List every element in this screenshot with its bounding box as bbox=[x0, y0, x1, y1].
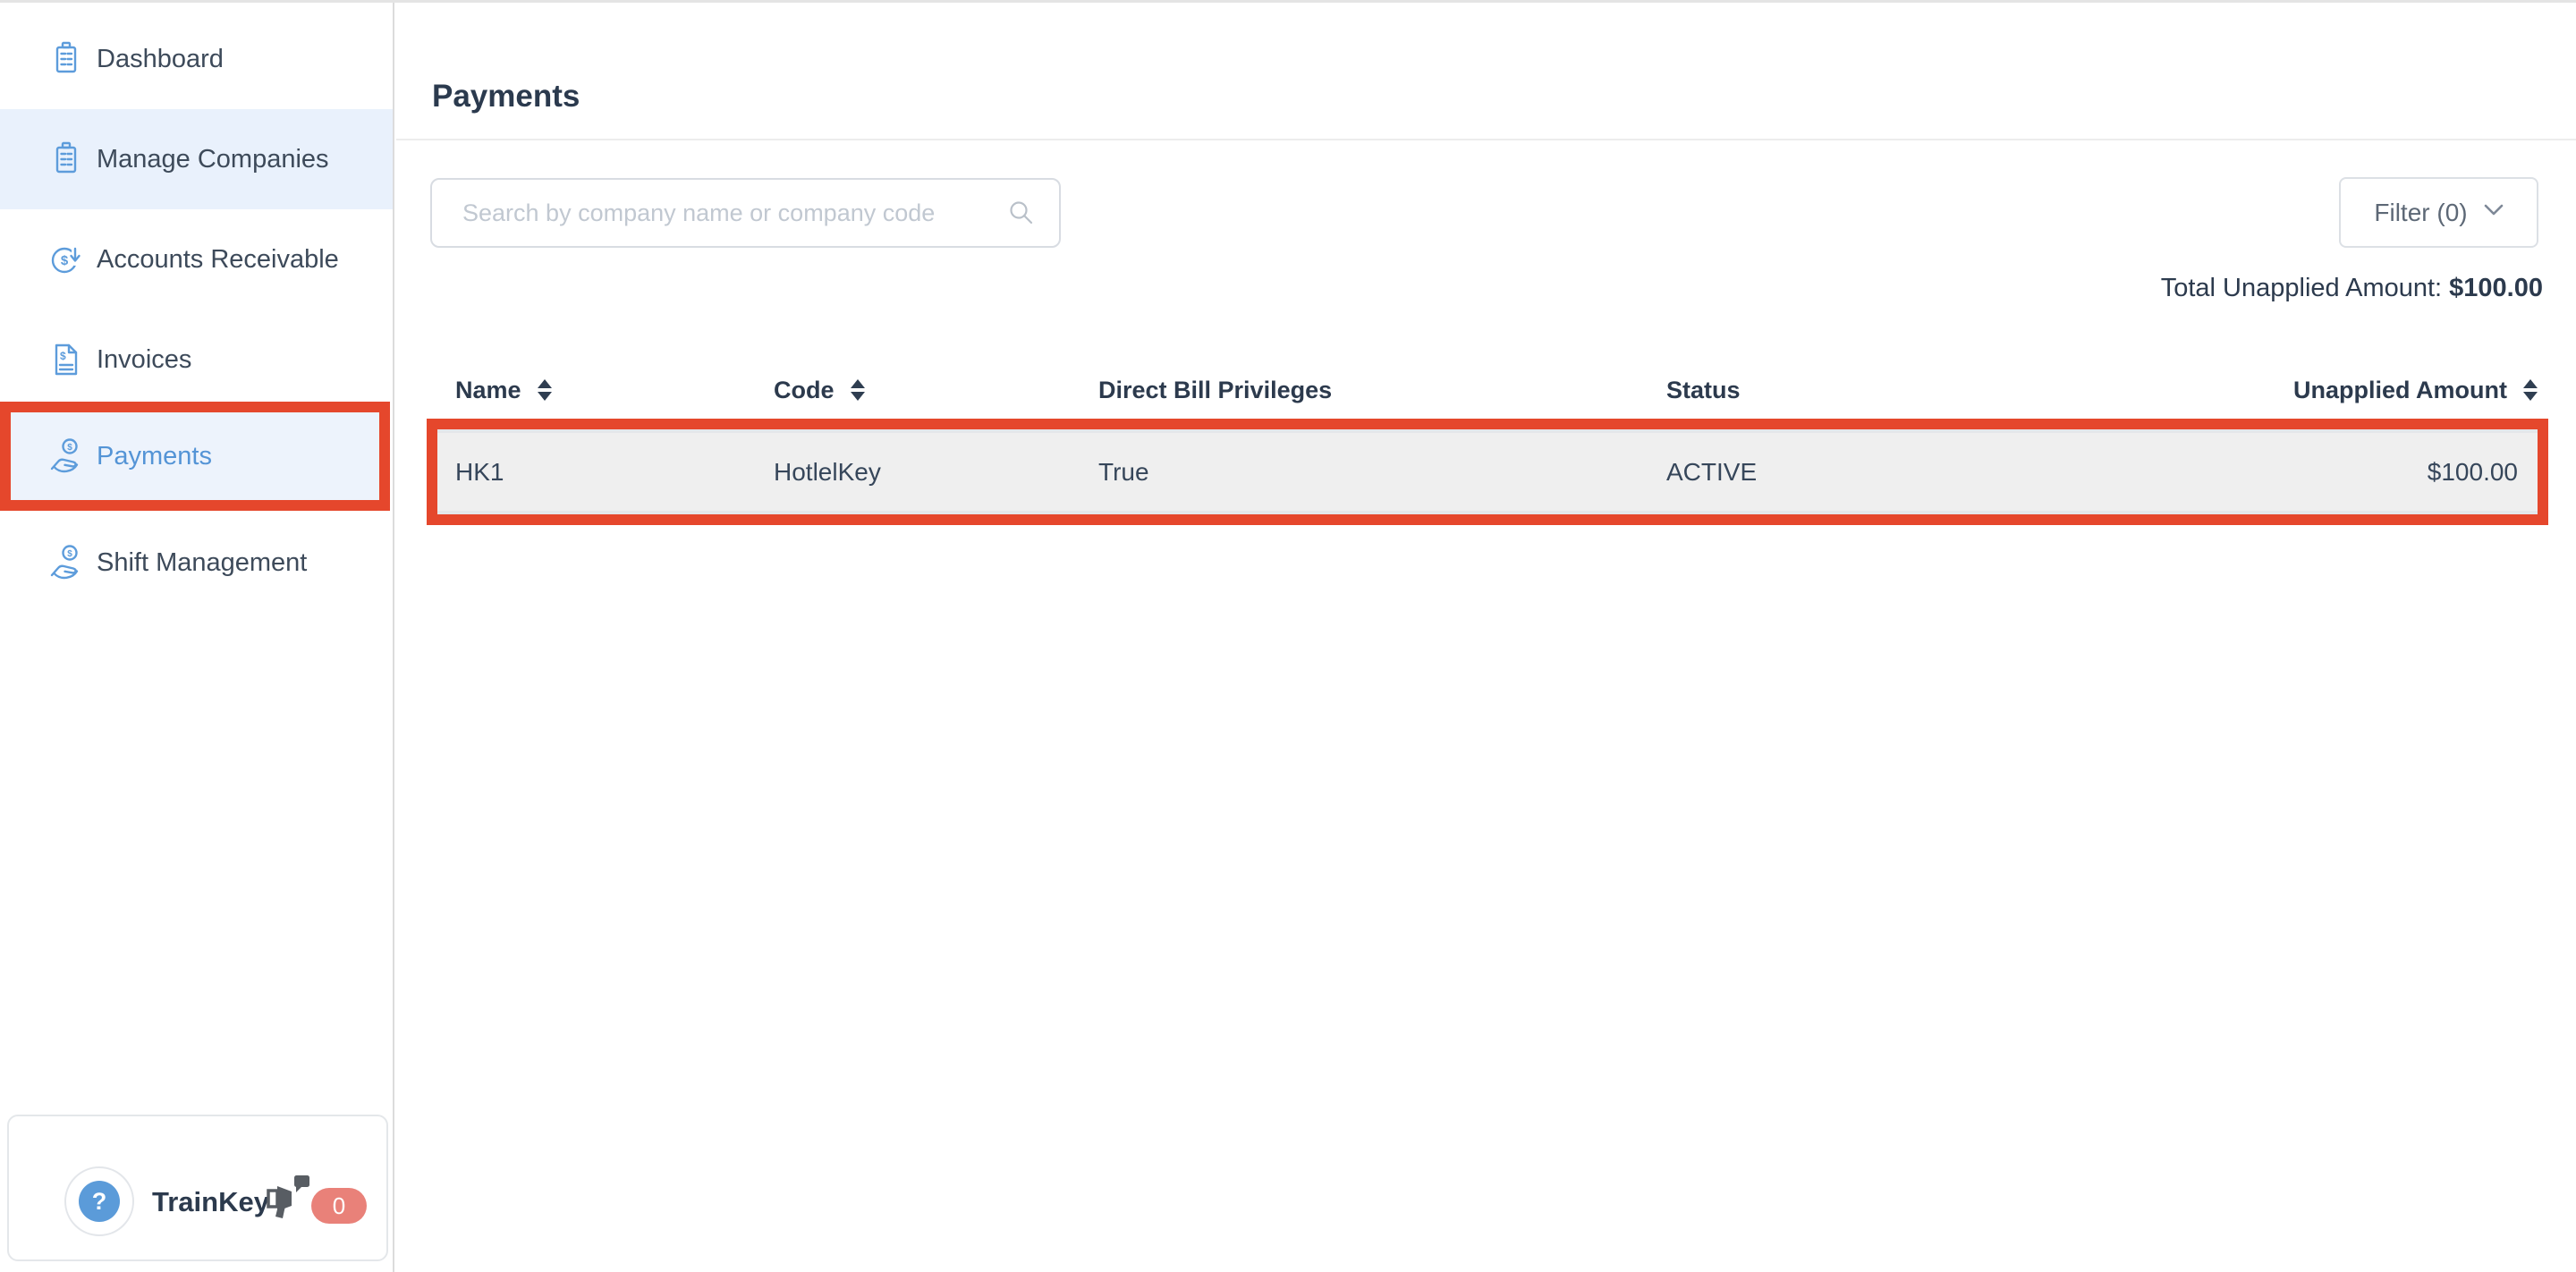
header-divider bbox=[396, 139, 2576, 140]
column-label: Unapplied Amount bbox=[2293, 377, 2507, 404]
search-input[interactable] bbox=[432, 179, 1007, 247]
page-title: Payments bbox=[432, 79, 580, 114]
cell-code: HotlelKey bbox=[774, 458, 1098, 487]
main-content: Payments Filter (0) Total Unapplied Amou… bbox=[396, 3, 2576, 1272]
sidebar-item-label: Accounts Receivable bbox=[97, 245, 339, 275]
sidebar-item-label: Invoices bbox=[97, 345, 191, 375]
table-header-row: Name Code Direct Bill Privileges Status … bbox=[427, 366, 2548, 414]
summary-label: Total Unapplied Amount: bbox=[2161, 274, 2449, 302]
question-mark-icon: ? bbox=[79, 1181, 120, 1222]
notification-badge: 0 bbox=[311, 1188, 367, 1224]
annotation-box-table-row: HK1 HotlelKey True ACTIVE $100.00 bbox=[427, 419, 2548, 525]
chevron-down-icon bbox=[2484, 204, 2504, 221]
sort-icon bbox=[851, 379, 865, 401]
cell-direct-bill-privileges: True bbox=[1098, 458, 1666, 487]
sidebar-item-shift-management[interactable]: $ Shift Management bbox=[0, 513, 393, 613]
column-label: Name bbox=[455, 377, 521, 404]
column-label: Status bbox=[1666, 377, 1741, 404]
sidebar-footer-card: ? TrainKey 0 bbox=[7, 1115, 388, 1261]
column-header-status: Status bbox=[1666, 377, 2257, 404]
filter-button-label: Filter (0) bbox=[2374, 199, 2467, 227]
sidebar-item-accounts-receivable[interactable]: $ Accounts Receivable bbox=[0, 209, 393, 310]
hand-coin-icon: $ bbox=[47, 543, 86, 582]
sidebar-item-label: Manage Companies bbox=[97, 145, 329, 174]
notification-count: 0 bbox=[333, 1192, 345, 1220]
megaphone-icon[interactable] bbox=[265, 1175, 313, 1225]
sidebar-item-dashboard[interactable]: Dashboard bbox=[0, 9, 393, 109]
summary-value: $100.00 bbox=[2449, 274, 2543, 302]
svg-text:$: $ bbox=[61, 253, 69, 268]
svg-text:$: $ bbox=[60, 350, 66, 362]
column-header-unapplied-amount[interactable]: Unapplied Amount bbox=[2257, 377, 2548, 404]
column-label: Direct Bill Privileges bbox=[1098, 377, 1332, 404]
building-icon bbox=[47, 39, 86, 79]
dollar-receive-icon: $ bbox=[47, 240, 86, 279]
sidebar-item-manage-companies[interactable]: Manage Companies bbox=[0, 109, 393, 209]
column-header-direct-bill-privileges: Direct Bill Privileges bbox=[1098, 377, 1666, 404]
annotation-box-sidebar-payments: $ Payments bbox=[0, 402, 390, 511]
filter-button[interactable]: Filter (0) bbox=[2339, 177, 2538, 248]
svg-text:$: $ bbox=[67, 549, 72, 559]
company-search bbox=[430, 178, 1061, 248]
cell-unapplied-amount: $100.00 bbox=[2257, 458, 2538, 487]
column-label: Code bbox=[774, 377, 835, 404]
brand-logo-text: TrainKey bbox=[152, 1186, 269, 1218]
sidebar-item-label: Payments bbox=[97, 442, 212, 471]
sort-icon bbox=[538, 379, 552, 401]
total-unapplied-summary: Total Unapplied Amount: $100.00 bbox=[2161, 274, 2543, 303]
sidebar-item-payments[interactable]: $ Payments bbox=[11, 412, 379, 500]
hand-coin-icon: $ bbox=[47, 437, 86, 476]
sort-icon bbox=[2523, 379, 2538, 401]
svg-text:$: $ bbox=[67, 443, 72, 453]
app-window: Dashboard Manage Companies bbox=[0, 0, 2576, 1272]
cell-name: HK1 bbox=[437, 458, 774, 487]
column-header-code[interactable]: Code bbox=[774, 377, 1098, 404]
help-button[interactable]: ? bbox=[64, 1166, 134, 1236]
search-icon bbox=[1007, 199, 1036, 227]
sidebar: Dashboard Manage Companies bbox=[0, 3, 394, 1272]
table-row[interactable]: HK1 HotlelKey True ACTIVE $100.00 bbox=[437, 429, 2538, 514]
sidebar-item-label: Shift Management bbox=[97, 548, 307, 578]
invoice-icon: $ bbox=[47, 340, 86, 379]
building-icon bbox=[47, 140, 86, 179]
sidebar-item-invoices[interactable]: $ Invoices bbox=[0, 310, 393, 410]
cell-status: ACTIVE bbox=[1666, 458, 2257, 487]
sidebar-item-label: Dashboard bbox=[97, 45, 224, 74]
column-header-name[interactable]: Name bbox=[427, 377, 774, 404]
